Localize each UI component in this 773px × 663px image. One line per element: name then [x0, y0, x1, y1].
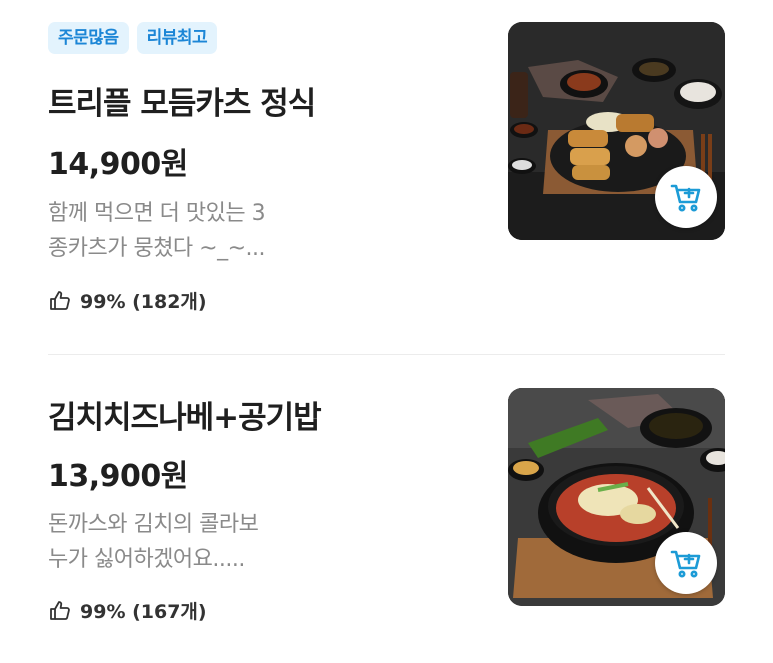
menu-title: 김치치즈나베+공기밥 — [48, 400, 322, 436]
description-line: 누가 싫어하겠어요..... — [48, 547, 245, 572]
menu-description: 돈까스와 김치의 콜라보 누가 싫어하겠어요..... — [48, 507, 338, 577]
menu-photo[interactable] — [508, 388, 725, 606]
rating: 99% (167개) — [48, 597, 207, 624]
description-line: 함께 먹으면 더 맛있는 3 — [48, 201, 266, 226]
tag-best-review: 리뷰최고 — [136, 22, 218, 54]
menu-description: 함께 먹으면 더 맛있는 3 종카츠가 뭉쳤다 ~_~... — [48, 196, 338, 266]
rating-text: 99% (182개) — [80, 291, 207, 313]
menu-item[interactable]: 김치치즈나베+공기밥 13,900원 돈까스와 김치의 콜라보 누가 싫어하겠어… — [0, 357, 773, 663]
rating-text: 99% (167개) — [80, 601, 207, 623]
menu-price: 14,900원 — [48, 147, 188, 182]
item-divider — [48, 354, 725, 355]
add-to-cart-icon — [670, 184, 701, 212]
menu-title: 트리플 모듬카츠 정식 — [48, 86, 316, 122]
description-line: 돈까스와 김치의 콜라보 — [48, 512, 259, 537]
tag-list: 주문많음 리뷰최고 — [48, 22, 218, 54]
add-to-cart-button[interactable] — [655, 166, 717, 228]
thumbs-up-icon — [50, 290, 70, 310]
menu-item[interactable]: 주문많음 리뷰최고 트리플 모듬카츠 정식 14,900원 함께 먹으면 더 맛… — [0, 0, 773, 355]
menu-photo[interactable] — [508, 22, 725, 240]
description-line: 종카츠가 뭉쳤다 ~_~... — [48, 236, 266, 261]
rating: 99% (182개) — [48, 287, 207, 314]
add-to-cart-icon — [670, 550, 701, 578]
thumbs-up-icon — [50, 600, 70, 620]
add-to-cart-button[interactable] — [655, 532, 717, 594]
tag-popular: 주문많음 — [48, 22, 129, 54]
menu-price: 13,900원 — [48, 459, 188, 494]
